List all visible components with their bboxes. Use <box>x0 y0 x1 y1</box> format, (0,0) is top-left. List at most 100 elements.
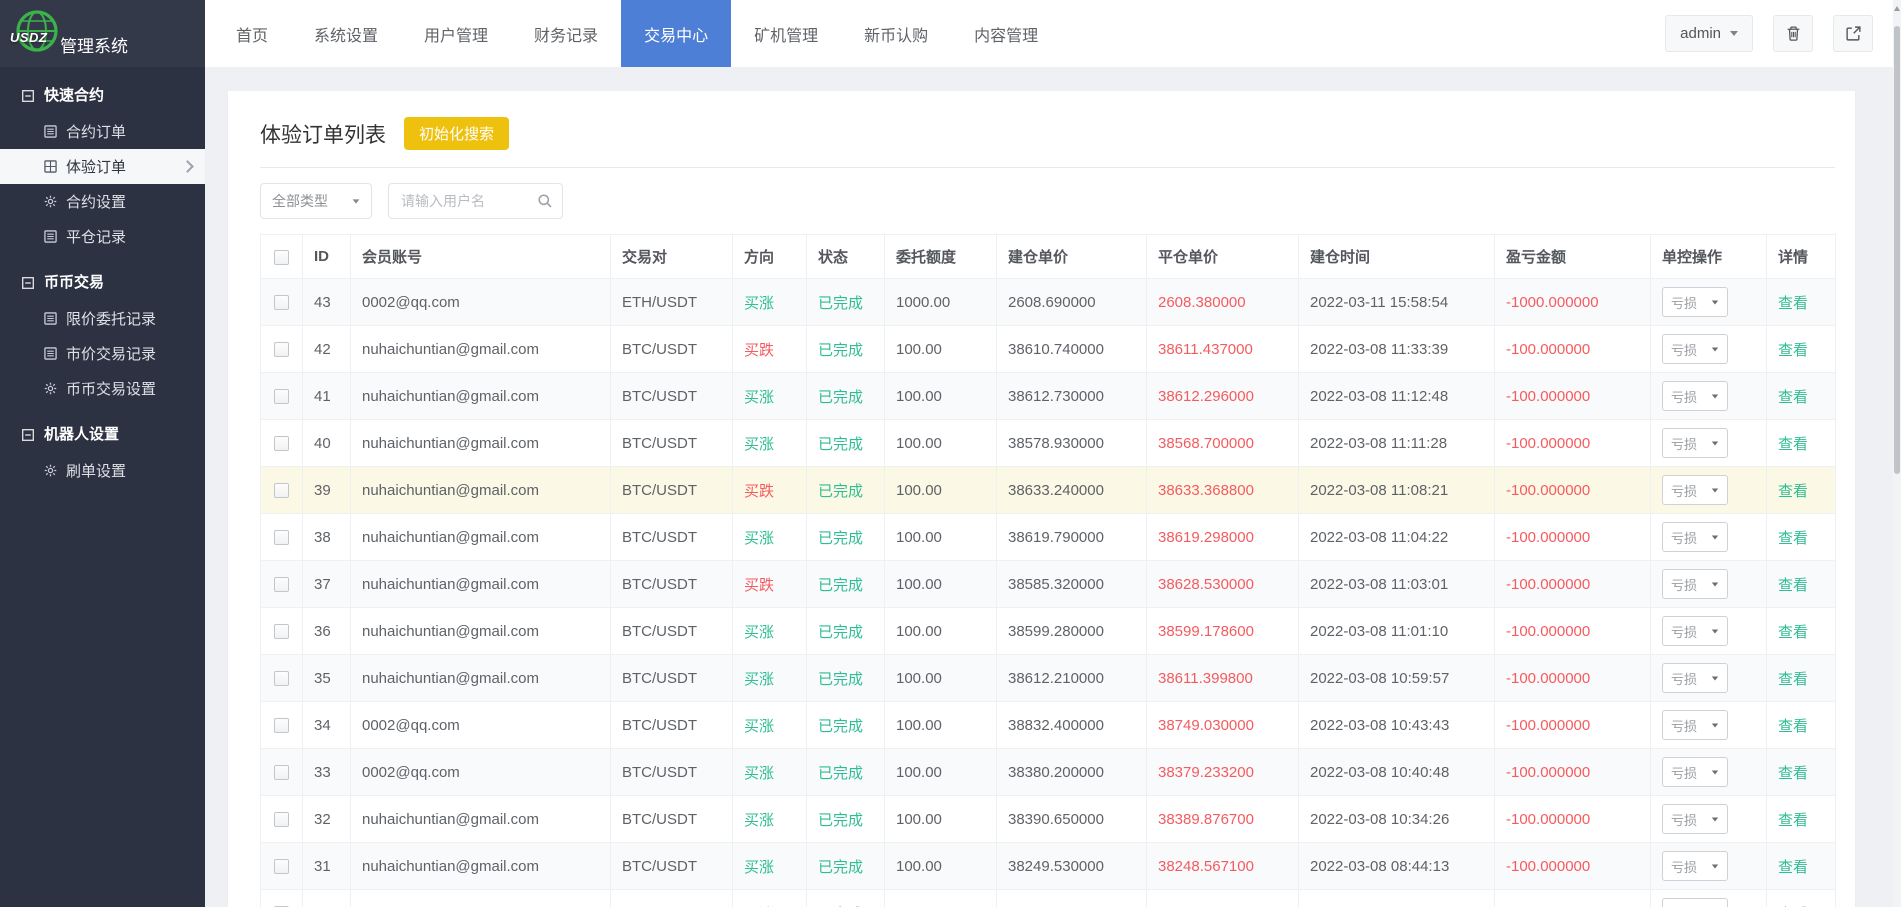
detail-link[interactable]: 查看 <box>1778 718 1808 735</box>
scroll-up-icon[interactable] <box>1894 6 1900 11</box>
sidebar-item[interactable]: 币币交易设置 <box>0 371 205 406</box>
control-select[interactable]: 亏损 <box>1662 710 1728 740</box>
chevron-down-icon <box>353 199 360 203</box>
row-checkbox-cell <box>261 890 303 907</box>
detail-link[interactable]: 查看 <box>1778 859 1808 876</box>
select-all-checkbox[interactable] <box>274 250 289 265</box>
sidebar-item[interactable]: 限价委托记录 <box>0 301 205 336</box>
sidebar-item[interactable]: 合约订单 <box>0 114 205 149</box>
row-checkbox[interactable] <box>274 859 289 874</box>
control-select[interactable]: 亏损 <box>1662 757 1728 787</box>
nav-item[interactable]: 内容管理 <box>951 0 1061 67</box>
detail-link[interactable]: 查看 <box>1778 389 1808 406</box>
cell-close-price: 2608.380000 <box>1147 279 1299 326</box>
cell-id: 32 <box>303 796 351 843</box>
row-checkbox[interactable] <box>274 389 289 404</box>
row-checkbox[interactable] <box>274 342 289 357</box>
sidebar-section-label: 快速合约 <box>44 85 104 106</box>
row-checkbox[interactable] <box>274 812 289 827</box>
type-select[interactable]: 全部类型 <box>260 183 372 219</box>
cell-open-price: 37648.870000 <box>997 890 1147 907</box>
sidebar-item[interactable]: 体验订单 <box>0 149 205 184</box>
control-select[interactable]: 亏损 <box>1662 851 1728 881</box>
nav-items: 首页系统设置用户管理财务记录交易中心矿机管理新币认购内容管理 <box>213 0 1061 67</box>
nav-item[interactable]: 交易中心 <box>621 0 731 67</box>
detail-link[interactable]: 查看 <box>1778 295 1808 312</box>
cell-profit: -100.000000 <box>1495 843 1651 890</box>
cell-id: 33 <box>303 749 351 796</box>
row-checkbox[interactable] <box>274 295 289 310</box>
row-checkbox[interactable] <box>274 624 289 639</box>
row-checkbox-cell <box>261 843 303 890</box>
row-checkbox-cell <box>261 420 303 467</box>
cell-open-price: 38612.210000 <box>997 655 1147 702</box>
user-menu-button[interactable]: admin <box>1665 15 1753 52</box>
cell-account: nuhaichuntian@gmail.com <box>351 561 611 608</box>
sidebar-item[interactable]: 市价交易记录 <box>0 336 205 371</box>
cell-control: 亏损 <box>1651 843 1767 890</box>
detail-link[interactable]: 查看 <box>1778 530 1808 547</box>
control-select[interactable]: 亏损 <box>1662 616 1728 646</box>
detail-link[interactable]: 查看 <box>1778 812 1808 829</box>
nav-item[interactable]: 新币认购 <box>841 0 951 67</box>
logout-button[interactable] <box>1833 15 1873 52</box>
nav-item[interactable]: 矿机管理 <box>731 0 841 67</box>
cell-status: 已完成 <box>807 279 885 326</box>
cell-account: nuhaichuntian@gmail.com <box>351 420 611 467</box>
page-title: 体验订单列表 <box>260 119 386 149</box>
detail-link[interactable]: 查看 <box>1778 765 1808 782</box>
cell-account: nuhaichuntian@gmail.com <box>351 890 611 907</box>
detail-link[interactable]: 查看 <box>1778 342 1808 359</box>
scrollbar-thumb[interactable] <box>1894 26 1900 474</box>
sidebar-section-title[interactable]: 机器人设置 <box>0 406 205 453</box>
row-checkbox[interactable] <box>274 530 289 545</box>
cell-control: 亏损 <box>1651 326 1767 373</box>
cell-pair: ETH/USDT <box>611 279 733 326</box>
control-select[interactable]: 亏损 <box>1662 569 1728 599</box>
control-select[interactable]: 亏损 <box>1662 475 1728 505</box>
row-checkbox[interactable] <box>274 577 289 592</box>
row-checkbox[interactable] <box>274 765 289 780</box>
search-icon[interactable] <box>537 193 553 209</box>
control-select[interactable]: 亏损 <box>1662 898 1728 907</box>
cell-profit: -100.000000 <box>1495 608 1651 655</box>
detail-link[interactable]: 查看 <box>1778 483 1808 500</box>
row-checkbox[interactable] <box>274 436 289 451</box>
control-select[interactable]: 亏损 <box>1662 334 1728 364</box>
nav-item[interactable]: 用户管理 <box>401 0 511 67</box>
list-icon <box>44 347 57 360</box>
nav-item[interactable]: 首页 <box>213 0 291 67</box>
sidebar-item[interactable]: 合约设置 <box>0 184 205 219</box>
scrollbar[interactable] <box>1893 0 1901 907</box>
sidebar-item[interactable]: 刷单设置 <box>0 453 205 488</box>
nav-item[interactable]: 财务记录 <box>511 0 621 67</box>
cell-close-price: 37636.000000 <box>1147 890 1299 907</box>
control-select[interactable]: 亏损 <box>1662 663 1728 693</box>
detail-link[interactable]: 查看 <box>1778 436 1808 453</box>
sidebar-item[interactable]: 平仓记录 <box>0 219 205 254</box>
row-checkbox[interactable] <box>274 671 289 686</box>
control-select[interactable]: 亏损 <box>1662 381 1728 411</box>
top-nav: USDZ 管理系统 首页系统设置用户管理财务记录交易中心矿机管理新币认购内容管理… <box>0 0 1901 67</box>
cell-close-price: 38389.876700 <box>1147 796 1299 843</box>
row-checkbox[interactable] <box>274 718 289 733</box>
row-checkbox[interactable] <box>274 483 289 498</box>
control-select[interactable]: 亏损 <box>1662 428 1728 458</box>
reset-search-button[interactable]: 初始化搜索 <box>404 117 509 150</box>
sidebar-section-title[interactable]: 快速合约 <box>0 67 205 114</box>
control-select[interactable]: 亏损 <box>1662 287 1728 317</box>
cell-close-price: 38633.368800 <box>1147 467 1299 514</box>
detail-link[interactable]: 查看 <box>1778 577 1808 594</box>
row-checkbox-cell <box>261 279 303 326</box>
sidebar-item-label: 刷单设置 <box>66 460 126 481</box>
detail-link[interactable]: 查看 <box>1778 624 1808 641</box>
detail-link[interactable]: 查看 <box>1778 671 1808 688</box>
cell-profit: -100.000000 <box>1495 561 1651 608</box>
sidebar-section-title[interactable]: 币币交易 <box>0 254 205 301</box>
nav-item[interactable]: 系统设置 <box>291 0 401 67</box>
control-select[interactable]: 亏损 <box>1662 522 1728 552</box>
cell-profit: -100.000000 <box>1495 326 1651 373</box>
control-select[interactable]: 亏损 <box>1662 804 1728 834</box>
cell-profit: -100.000000 <box>1495 749 1651 796</box>
trash-button[interactable] <box>1773 15 1813 52</box>
